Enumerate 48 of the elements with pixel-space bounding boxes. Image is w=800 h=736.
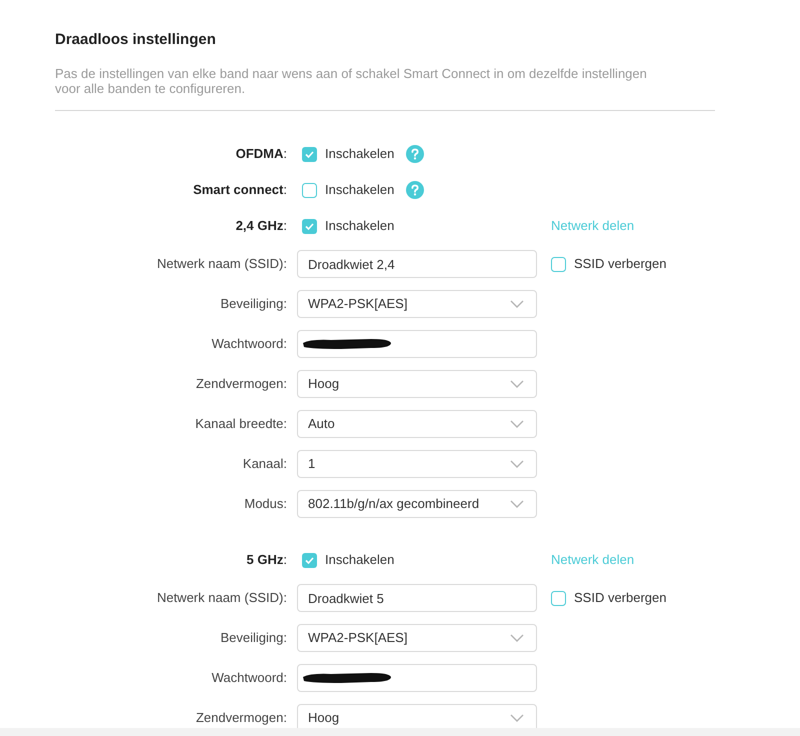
field-label: Beveiliging: [220,629,287,648]
field-label: OFDMA: [236,145,287,164]
field-label: Kanaal: [242,455,287,474]
option-label: SSID verbergen [574,589,666,608]
option-label: Inschakelen [325,145,394,164]
option-label: SSID verbergen [574,255,666,274]
chevron-down-icon [510,420,524,428]
checkbox[interactable] [302,146,317,162]
checkbox[interactable] [551,590,566,606]
field-label: Netwerk naam (SSID): [156,589,287,608]
dropdown[interactable]: Auto [297,410,537,438]
checkbox[interactable] [302,182,317,198]
dropdown[interactable]: WPA2-PSK[AES] [297,290,537,318]
chevron-down-icon [510,300,524,308]
field-label: 5 GHz: [246,551,287,570]
option-label: Inschakelen [325,217,394,236]
help-icon[interactable] [406,145,424,163]
description: Pas de instellingen van elke band naar wens aan of schakel Smart Connect in om dezelfde instellingen voor alle banden te configureren. [55,66,715,111]
dropdown[interactable]: Hoog [297,370,537,398]
field-label: 2,4 GHz: [236,217,287,236]
field-label: Wachtwoord: [212,669,287,688]
field-label: Zendvermogen: [196,375,287,394]
password-field[interactable] [297,664,537,692]
chevron-down-icon [510,714,524,722]
checkbox[interactable] [302,218,317,234]
dropdown[interactable]: WPA2-PSK[AES] [297,624,537,652]
field-label: Netwerk naam (SSID): [156,255,287,274]
field-label: Smart connect: [193,181,287,200]
chevron-down-icon [510,460,524,468]
field-label: Modus: [244,495,287,514]
field-label: Zendvermogen: [196,709,287,728]
checkbox[interactable] [551,256,566,272]
help-icon[interactable] [406,181,424,199]
checkbox[interactable] [302,552,317,568]
field-label: Kanaal breedte: [195,415,287,434]
option-label: Inschakelen [325,551,394,570]
chevron-down-icon [510,380,524,388]
dropdown[interactable]: 1 [297,450,537,478]
text-field[interactable]: Droadkwiet 5 [297,584,537,612]
section-title: Draadloos instellingen [55,30,216,50]
dropdown[interactable]: 802.11b/g/n/ax gecombineerd [297,490,537,518]
field-label: Beveiliging: [220,295,287,314]
field-label: Wachtwoord: [212,335,287,354]
text-field[interactable]: Droadkwiet 2,4 [297,250,537,278]
chevron-down-icon [510,634,524,642]
chevron-down-icon [510,500,524,508]
password-field[interactable] [297,330,537,358]
option-label: Inschakelen [325,181,394,200]
